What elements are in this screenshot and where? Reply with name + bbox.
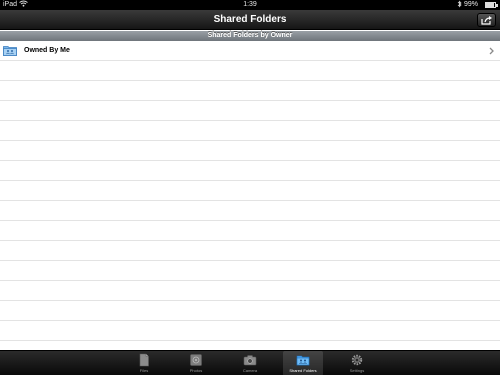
tab-label: Files xyxy=(139,368,149,373)
tab-photos[interactable]: Photos xyxy=(176,351,216,375)
shared-folders-list: Owned By Me xyxy=(0,41,500,350)
tab-camera[interactable]: Camera xyxy=(230,351,270,375)
tab-label: Shared Folders xyxy=(289,368,317,373)
battery-tip xyxy=(496,4,498,7)
share-icon xyxy=(481,16,492,25)
gear-icon xyxy=(351,354,363,366)
page-title: Shared Folders xyxy=(213,14,287,25)
tab-bar: Files Photos Camera Shared Folders Setti… xyxy=(0,350,500,375)
shared-folder-icon xyxy=(296,355,310,366)
camera-icon xyxy=(243,355,257,366)
list-item-owned-by-me[interactable]: Owned By Me xyxy=(0,41,500,61)
tab-settings[interactable]: Settings xyxy=(337,351,377,375)
section-header: Shared Folders by Owner xyxy=(0,31,500,41)
tab-label: Photos xyxy=(189,368,203,373)
clock: 1:39 xyxy=(243,1,257,8)
shared-folder-icon xyxy=(3,46,17,56)
tab-files[interactable]: Files xyxy=(124,351,164,375)
chevron-right-icon xyxy=(489,47,494,55)
tab-shared-folders[interactable]: Shared Folders xyxy=(283,351,323,375)
photo-icon xyxy=(190,354,202,366)
file-icon xyxy=(139,353,149,367)
navigation-bar: Shared Folders xyxy=(0,10,500,30)
share-button[interactable] xyxy=(477,13,496,27)
tab-label: Camera xyxy=(242,368,258,373)
list-item-label: Owned By Me xyxy=(24,47,70,54)
battery-icon xyxy=(485,2,496,8)
status-bar: iPad 1:39 99% xyxy=(0,0,500,10)
tab-label: Settings xyxy=(349,368,365,373)
battery-percent: 99% xyxy=(464,1,479,8)
